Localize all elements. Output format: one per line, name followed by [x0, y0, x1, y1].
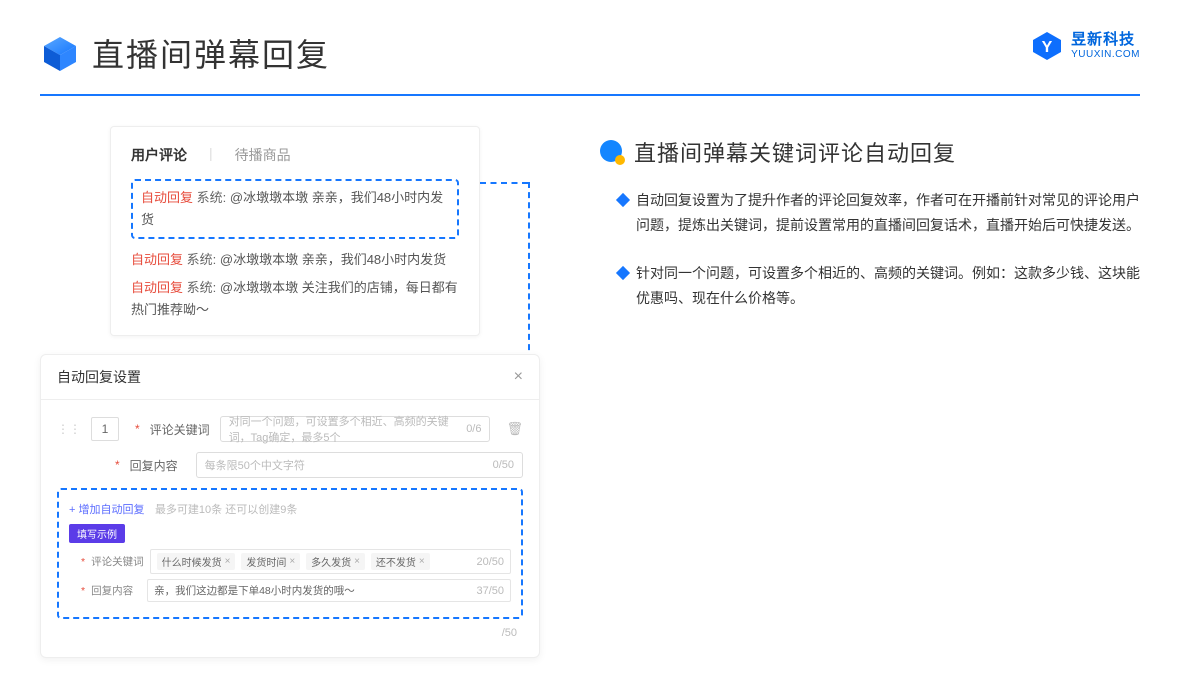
char-count: 0/6: [466, 423, 481, 435]
diamond-icon: [616, 193, 630, 207]
comment-text: @冰墩墩本墩 亲亲，我们48小时内发货: [220, 252, 446, 267]
comment-row: 自动回复 系统: @冰墩墩本墩 关注我们的店铺，每日都有热门推荐呦～: [131, 277, 459, 321]
auto-reply-settings-panel: 自动回复设置 × ⋮⋮ 1 * 评论关键词 对同一个问题，可设置多个相近、高频的…: [40, 354, 540, 658]
char-count: 37/50: [476, 585, 504, 597]
keyword-tag[interactable]: 发货时间×: [241, 553, 300, 570]
char-count: 20/50: [476, 556, 504, 568]
system-label: 系统:: [187, 280, 217, 295]
brand-logo: Y 昱新科技 YUUXIN.COM: [1031, 30, 1140, 62]
index-number: 1: [91, 417, 119, 441]
char-count: 0/50: [493, 459, 514, 471]
drag-handle-icon[interactable]: ⋮⋮: [57, 422, 81, 436]
example-keyword-label: 评论关键词: [91, 554, 144, 569]
add-note: 最多可建10条 还可以创建9条: [155, 504, 297, 516]
connector-line: [480, 182, 528, 184]
required-star: *: [115, 458, 120, 472]
keyword-tag[interactable]: 什么时候发货×: [157, 553, 236, 570]
tab-user-comments[interactable]: 用户评论: [131, 145, 187, 165]
bullet-point: 针对同一个问题，可设置多个相近的、高频的关键词。例如：这款多少钱、这块能优惠吗、…: [600, 261, 1140, 310]
reply-content-label: 回复内容: [130, 457, 186, 474]
system-label: 系统:: [187, 252, 217, 267]
example-badge: 填写示例: [69, 524, 125, 543]
add-auto-reply-link[interactable]: + 增加自动回复: [69, 504, 144, 516]
example-reply-label: 回复内容: [91, 583, 141, 598]
keyword-tag[interactable]: 多久发货×: [306, 553, 365, 570]
cube-icon: [40, 33, 80, 73]
settings-title: 自动回复设置: [57, 367, 141, 387]
logo-text-cn: 昱新科技: [1071, 32, 1140, 49]
logo-icon: Y: [1031, 30, 1063, 62]
trash-icon[interactable]: 🗑: [506, 421, 523, 437]
tail-count: /50: [502, 627, 517, 639]
reply-content-input[interactable]: 每条限50个中文字符 0/50: [196, 452, 523, 478]
tab-pending-products[interactable]: 待播商品: [235, 145, 291, 165]
section-bullet-icon: [600, 140, 624, 164]
bullet-point: 自动回复设置为了提升作者的评论回复效率，作者可在开播前针对常见的评论用户问题，提…: [600, 188, 1140, 237]
diamond-icon: [616, 266, 630, 280]
comment-row: 自动回复 系统: @冰墩墩本墩 亲亲，我们48小时内发货: [131, 249, 459, 271]
example-box: + 增加自动回复 最多可建10条 还可以创建9条 填写示例 * 评论关键词 什么…: [57, 488, 523, 619]
keyword-tag[interactable]: 还不发货×: [371, 553, 430, 570]
system-label: 系统:: [197, 190, 227, 205]
keyword-label: 评论关键词: [150, 421, 210, 438]
svg-text:Y: Y: [1042, 39, 1053, 56]
highlighted-auto-reply: 自动回复 系统: @冰墩墩本墩 亲亲，我们48小时内发货: [131, 179, 459, 239]
example-keyword-input[interactable]: 什么时候发货× 发货时间× 多久发货× 还不发货× 20/50: [150, 549, 511, 574]
close-icon[interactable]: ×: [514, 368, 523, 386]
page-title: 直播间弹幕回复: [92, 30, 330, 76]
section-title: 直播间弹幕关键词评论自动回复: [634, 136, 956, 168]
tab-separator: |: [209, 145, 213, 165]
auto-reply-tag: 自动回复: [141, 190, 193, 205]
auto-reply-tag: 自动回复: [131, 252, 183, 267]
comments-panel: 用户评论 | 待播商品 自动回复 系统: @冰墩墩本墩 亲亲，我们48小时内发货…: [110, 126, 480, 336]
required-star: *: [81, 585, 85, 597]
keyword-input[interactable]: 对同一个问题，可设置多个相近、高频的关键词，Tag确定，最多5个 0/6: [220, 416, 491, 442]
required-star: *: [135, 422, 140, 436]
auto-reply-tag: 自动回复: [131, 280, 183, 295]
required-star: *: [81, 556, 85, 568]
logo-text-en: YUUXIN.COM: [1071, 49, 1140, 60]
example-reply-input[interactable]: 亲，我们这边都是下单48小时内发货的哦～ 37/50: [147, 579, 511, 602]
